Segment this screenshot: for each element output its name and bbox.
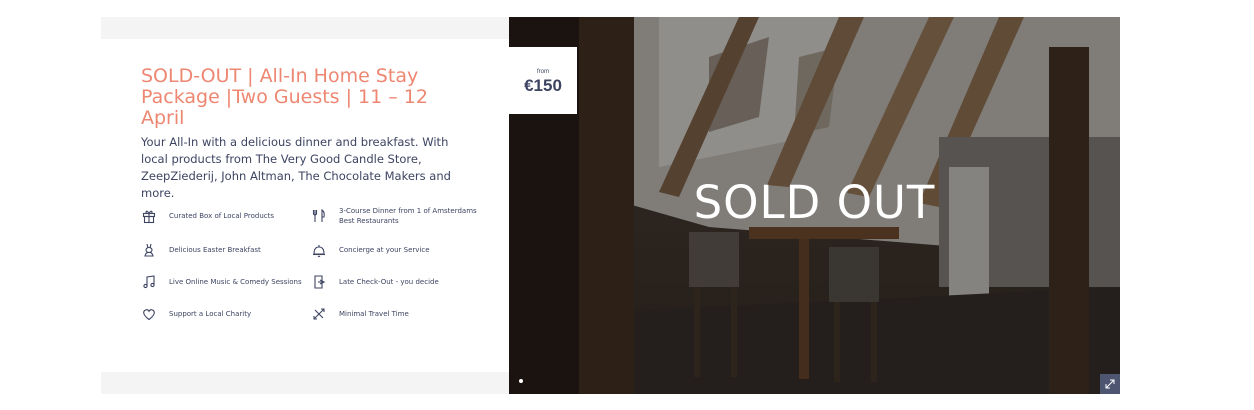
sold-out-overlay: SOLD OUT [693,176,936,229]
package-title: SOLD-OUT | All-In Home Stay Package |Two… [141,65,428,129]
door-exit-icon [311,274,327,290]
feature-label: Concierge at your Service [339,246,430,254]
feature-label: Curated Box of Local Products [169,212,275,220]
package-info-panel: SOLD-OUT | All-In Home Stay Package |Two… [101,17,509,394]
no-travel-icon [311,306,327,322]
feature-label: Support a Local Charity [169,310,252,318]
cutlery-icon [311,208,327,224]
feature-label: Live Online Music & Comedy Sessions [169,278,302,286]
feature-item: Support a Local Charity [141,299,301,329]
feature-item: Delicious Easter Breakfast [141,235,301,265]
package-image[interactable]: from €150 SOLD OUT [509,17,1120,394]
feature-label: Late Check-Out - you decide [339,278,439,286]
package-card: SOLD-OUT | All-In Home Stay Package |Two… [101,17,1120,394]
heart-icon [141,306,157,322]
feature-item: Curated Box of Local Products [141,201,301,231]
price-value: €150 [524,76,562,95]
price-from-label: from [537,69,549,75]
package-description: Your All-In with a delicious dinner and … [141,135,451,200]
feature-label: Minimal Travel Time [339,310,409,318]
feature-item: Concierge at your Service [311,235,481,265]
gift-box-icon [141,208,157,224]
expand-icon [1105,379,1115,389]
carousel-dot[interactable] [519,379,523,383]
feature-item: Minimal Travel Time [311,299,481,329]
music-note-icon [141,274,157,290]
feature-item: Late Check-Out - you decide [311,267,481,297]
easter-rabbit-icon [141,242,157,258]
feature-item: Live Online Music & Comedy Sessions [141,267,302,297]
price-badge: from €150 [509,47,577,114]
feature-label: Delicious Easter Breakfast [169,246,261,254]
package-info-inner: SOLD-OUT | All-In Home Stay Package |Two… [101,39,509,372]
concierge-bell-icon [311,242,327,258]
feature-item: 3-Course Dinner from 1 of Amsterdams Bes… [311,201,481,231]
feature-label: 3-Course Dinner from 1 of Amsterdams Bes… [339,207,477,225]
expand-button[interactable] [1100,374,1120,394]
